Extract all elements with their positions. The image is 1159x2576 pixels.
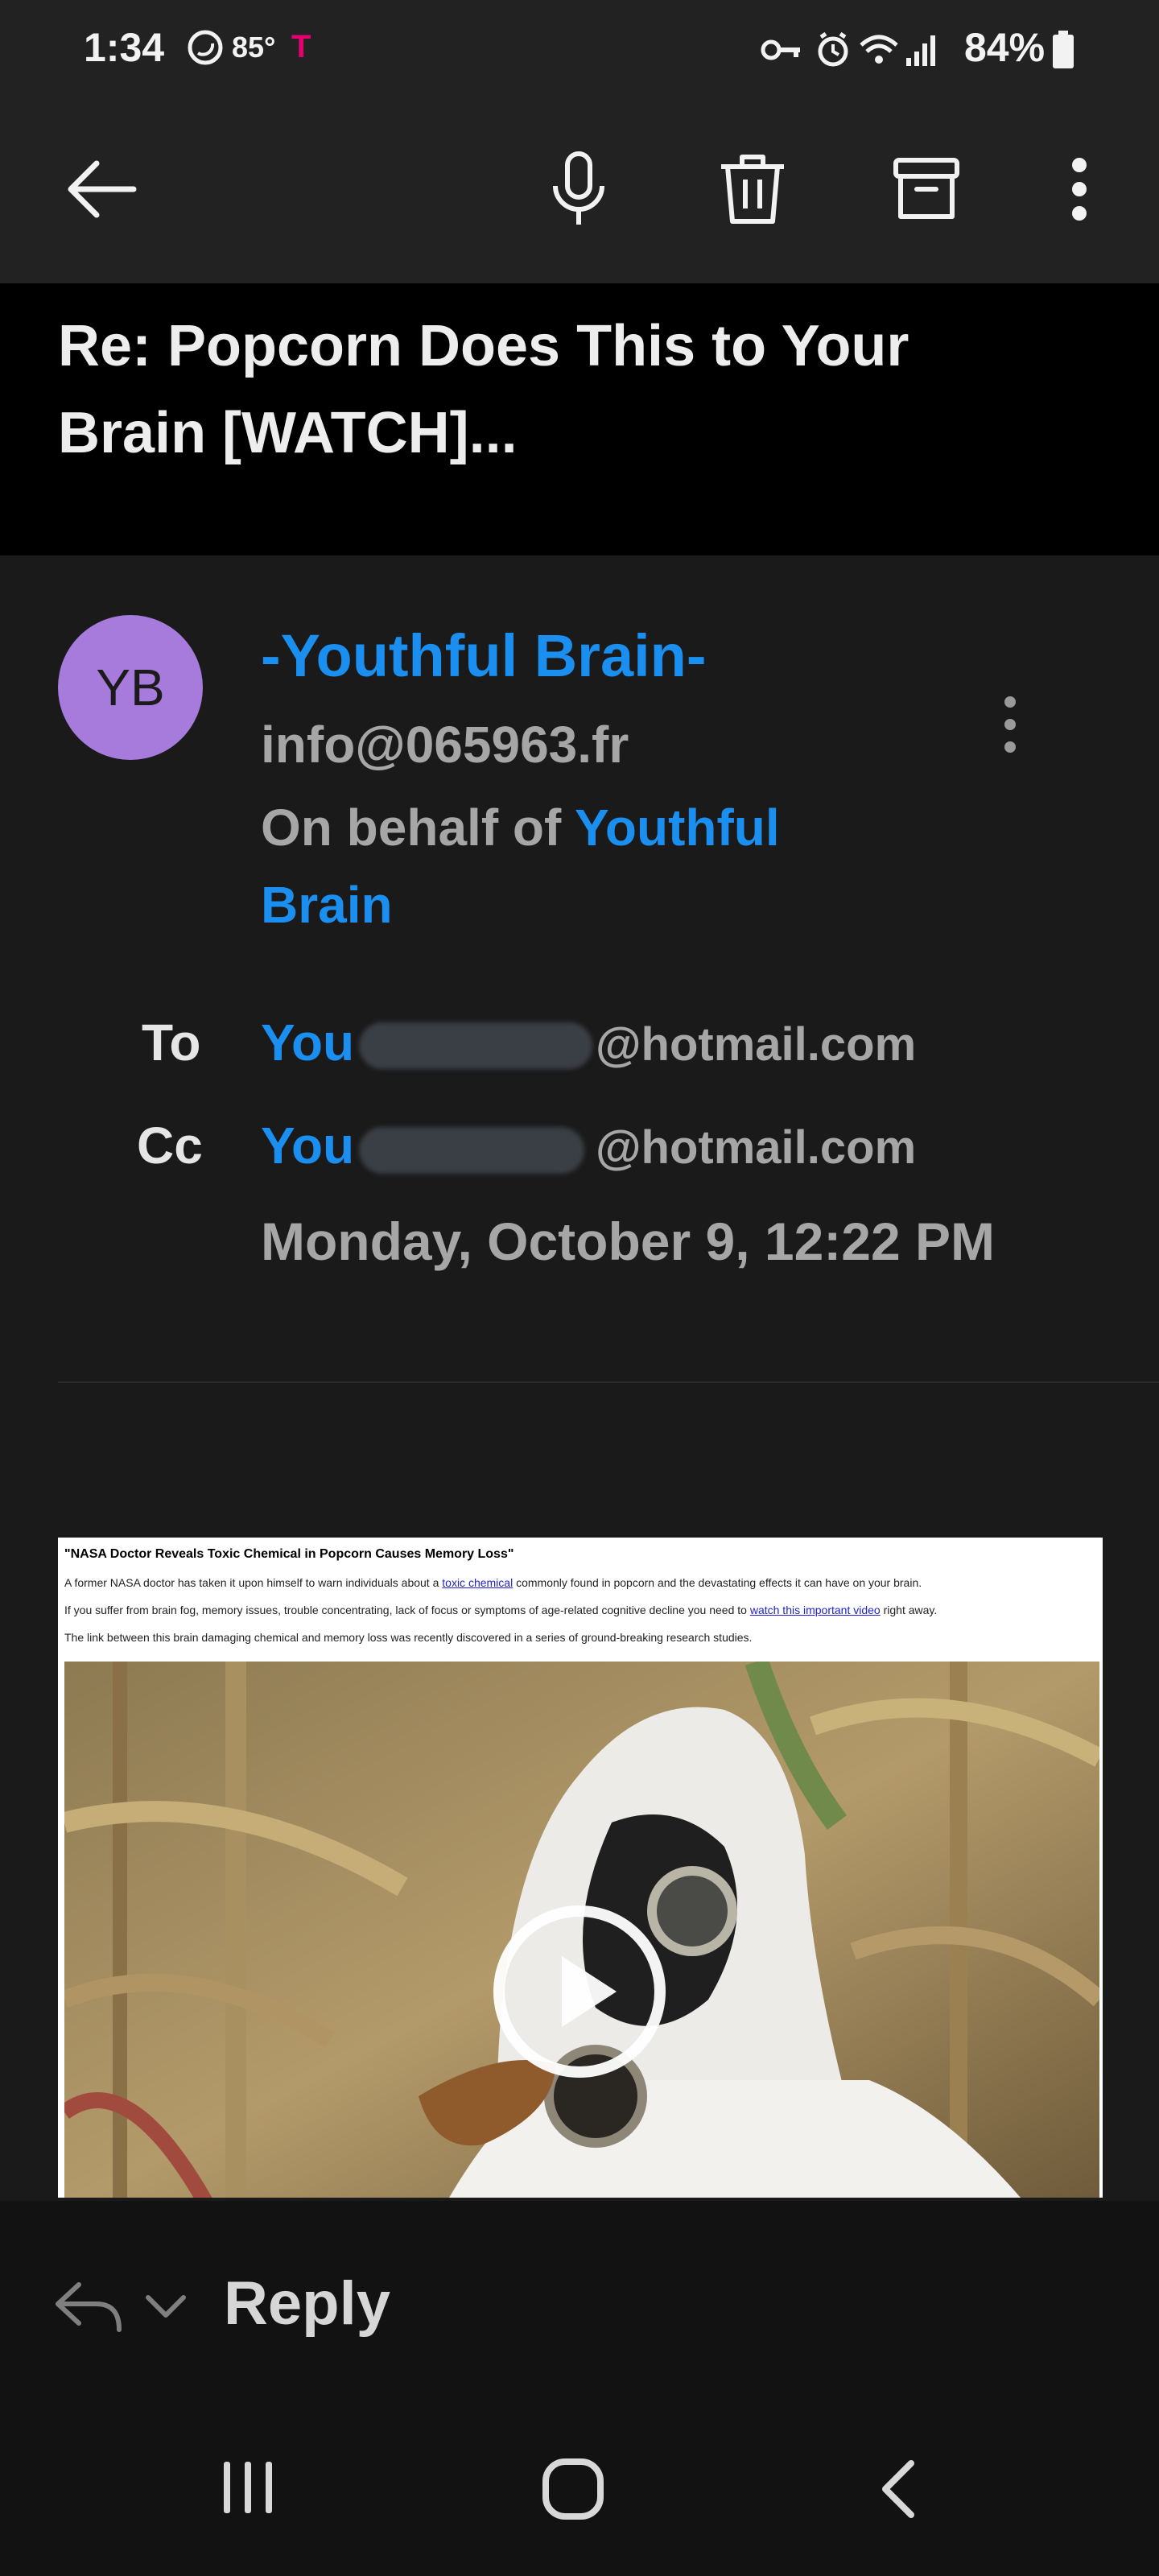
nav-back-icon[interactable] — [874, 2457, 922, 2521]
header-more-icon[interactable] — [990, 692, 1030, 765]
chevron-down-icon[interactable] — [143, 2293, 188, 2322]
watch-video-link[interactable]: watch this important video — [750, 1604, 881, 1616]
header-divider — [58, 1381, 1159, 1383]
reply-button[interactable]: Reply — [224, 2268, 390, 2339]
email-date: Monday, October 9, 12:22 PM — [261, 1212, 996, 1271]
signal-icon — [906, 35, 935, 66]
content-paragraph-1: A former NASA doctor has taken it upon h… — [64, 1576, 922, 1589]
to-label: To — [142, 1013, 201, 1071]
on-behalf-line: On behalf of Youthful Brain — [261, 789, 872, 943]
more-vertical-icon — [1072, 158, 1087, 221]
microphone-button[interactable] — [534, 145, 623, 233]
status-bar: 1:34 85° T 84% — [0, 0, 1159, 97]
battery-percent: 84% — [964, 25, 1046, 70]
avatar[interactable]: YB — [58, 615, 203, 760]
email-subject: Re: Popcorn Does This to Your Brain [WAT… — [58, 314, 909, 465]
cc-recipient-domain: @hotmail.com — [596, 1121, 917, 1174]
content-paragraph-3: The link between this brain damaging che… — [64, 1631, 753, 1644]
on-behalf-prefix: On behalf of — [261, 799, 562, 857]
back-button[interactable] — [56, 145, 145, 233]
status-icons — [761, 31, 935, 67]
cc-label: Cc — [137, 1117, 203, 1174]
to-redacted-address — [359, 1022, 592, 1069]
video-thumbnail[interactable] — [64, 1662, 1099, 2198]
microphone-icon — [553, 151, 604, 225]
system-nav-bar — [0, 2394, 1159, 2576]
sender-email: info@065963.fr — [261, 716, 629, 774]
email-body: "NASA Doctor Reveals Toxic Chemical in P… — [58, 1538, 1103, 2198]
p1-text-after: commonly found in popcorn and the devast… — [516, 1576, 922, 1589]
status-time: 1:34 — [84, 25, 165, 70]
carrier-icon: T — [291, 29, 311, 64]
p1-text-before: A former NASA doctor has taken it upon h… — [64, 1576, 439, 1589]
content-headline: "NASA Doctor Reveals Toxic Chemical in P… — [64, 1547, 514, 1561]
cc-recipient-name[interactable]: You — [261, 1116, 354, 1175]
alarm-icon — [818, 31, 848, 67]
to-recipient-name[interactable]: You — [261, 1013, 354, 1072]
delete-button[interactable] — [708, 145, 797, 233]
back-arrow-icon — [68, 160, 137, 218]
more-options-button[interactable] — [1035, 145, 1124, 233]
archive-icon — [893, 158, 959, 219]
reply-icon[interactable] — [52, 2277, 124, 2334]
avatar-initials: YB — [96, 658, 165, 716]
content-paragraph-2: If you suffer from brain fog, memory iss… — [64, 1604, 937, 1616]
toxic-chemical-link[interactable]: toxic chemical — [442, 1576, 513, 1589]
cc-redacted-address — [359, 1127, 584, 1174]
delete-icon — [721, 155, 784, 224]
to-recipient-domain: @hotmail.com — [596, 1018, 917, 1071]
home-icon[interactable] — [541, 2457, 605, 2521]
reply-bar: Reply — [0, 2201, 1159, 2394]
play-icon[interactable] — [491, 1903, 668, 2080]
app-bar — [0, 97, 1159, 283]
key-icon — [761, 39, 800, 60]
p2-text-after: right away. — [883, 1604, 938, 1616]
sender-name[interactable]: -Youthful Brain- — [261, 621, 707, 690]
wifi-icon — [860, 35, 898, 64]
p2-text-before: If you suffer from brain fog, memory iss… — [64, 1604, 747, 1616]
archive-button[interactable] — [882, 145, 971, 233]
battery-icon — [1053, 31, 1074, 68]
subject-area: Re: Popcorn Does This to Your Brain [WAT… — [0, 283, 1159, 555]
status-temperature: 85° — [232, 31, 276, 64]
recent-apps-icon[interactable] — [217, 2458, 278, 2516]
sync-icon — [188, 30, 223, 65]
